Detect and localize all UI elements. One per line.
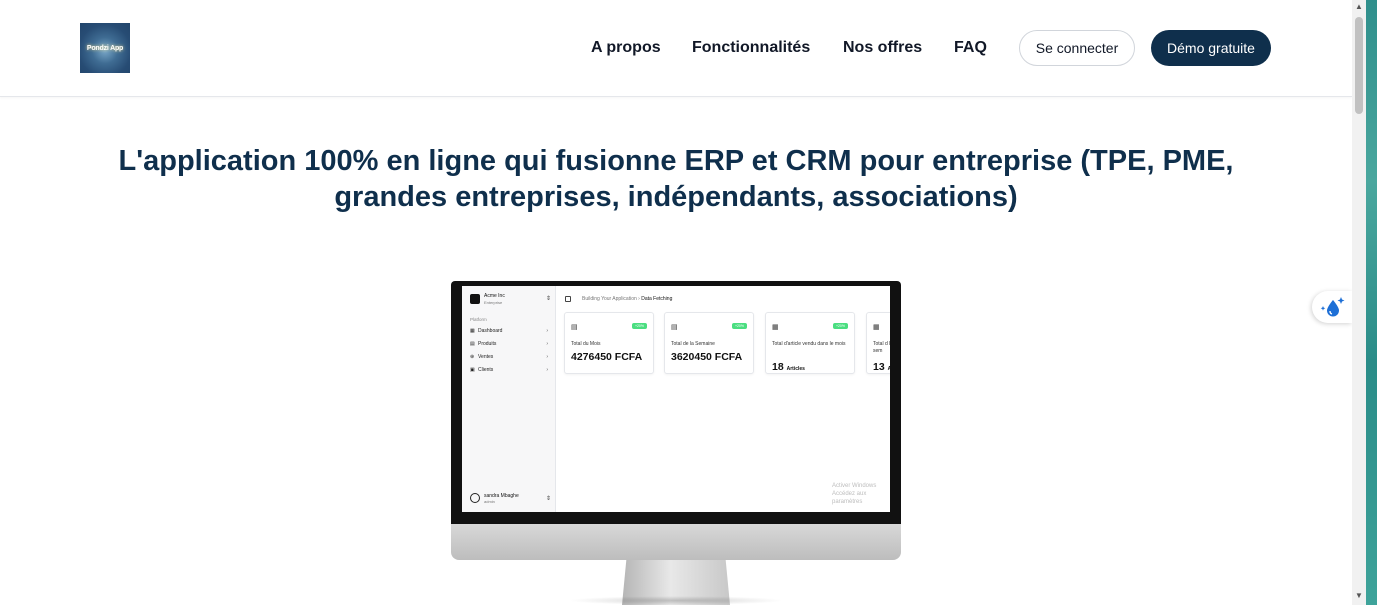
user-avatar-icon (470, 493, 480, 503)
stand-shadow (568, 596, 784, 605)
nav-link-faq[interactable]: FAQ (954, 39, 987, 57)
sidebar-section-label: Platform (470, 317, 487, 322)
sidebar-item-label: Dashboard (478, 328, 503, 334)
nav-faq[interactable]: FAQ (954, 0, 987, 96)
sidebar-item-ventes: ⊕ Ventes › (470, 354, 550, 362)
grid-icon: ▦ (873, 324, 880, 331)
org-logo-icon (470, 294, 480, 304)
mockup-sidebar: Acme Inc Enterprise ⇕ Platform ▦ Dashboa… (462, 286, 556, 512)
floating-droplet-button[interactable] (1312, 291, 1352, 323)
breadcrumb-root: Building Your Application (582, 296, 637, 302)
breadcrumb-current: Data Fetching (641, 296, 673, 302)
trend-badge: +20% (631, 323, 647, 329)
monitor-chin (451, 524, 901, 560)
stat-value: 18 Articles (772, 361, 856, 376)
dashboard-icon: ▦ (470, 328, 475, 334)
watermark-line-1: Activer Windows (832, 483, 877, 489)
chevron-updown-icon: ⇕ (546, 296, 552, 302)
stat-number: 18 (772, 361, 784, 373)
logo[interactable]: Pondzi App (80, 23, 130, 73)
chevron-right-icon: › (546, 328, 548, 334)
stat-card: ▤ +20% Total du Mois 4276450 FCFA (564, 312, 654, 374)
sidebar-item-label: Ventes (478, 354, 494, 360)
page: Pondzi App A propos Fonctionnalités Nos … (0, 0, 1377, 605)
nav-fonctionnalites[interactable]: Fonctionnalités (692, 0, 810, 96)
grid-icon: ▦ (772, 324, 779, 331)
scroll-up-arrow-icon[interactable]: ▲ (1352, 2, 1366, 14)
document-icon: ▤ (571, 324, 578, 331)
droplet-sparkle-icon (1320, 297, 1345, 317)
sidebar-item-clients: ▣ Clients › (470, 367, 550, 375)
sidebar-toggle-icon (565, 296, 571, 302)
sidebar-item-label: Produits (478, 341, 497, 347)
sidebar-item-label: Clients (478, 367, 494, 373)
trend-badge: +20% (731, 323, 747, 329)
stat-card: ▦ +20% Total d'article vendu dans le moi… (765, 312, 855, 374)
nav-a-propos[interactable]: A propos (591, 0, 661, 96)
org-name: Acme Inc (484, 293, 505, 299)
breadcrumb: Building Your Application › Data Fetchin… (582, 296, 672, 302)
stat-label: Total du Mois (571, 341, 601, 347)
nav-link-nos-offres[interactable]: Nos offres (843, 39, 922, 57)
sidebar-item-produits: ▤ Produits › (470, 341, 550, 349)
nav-link-a-propos[interactable]: A propos (591, 39, 661, 57)
chevron-right-icon: › (546, 341, 548, 347)
stat-number: 13 (873, 361, 885, 373)
stat-label: Total de la Semaine (671, 341, 715, 347)
stat-card: ▦ Total d la sem 13 Ar (866, 312, 890, 374)
stat-unit: Articles (786, 366, 805, 372)
app-screenshot: Acme Inc Enterprise ⇕ Platform ▦ Dashboa… (462, 286, 890, 512)
scrollbar-thumb[interactable] (1355, 17, 1363, 114)
trend-badge: +20% (832, 323, 848, 329)
stat-label: Total d la sem (873, 341, 890, 354)
watermark-line-2: Accédez aux paramètres (832, 491, 867, 505)
document-icon: ▤ (671, 324, 678, 331)
org-sub: Enterprise (484, 300, 503, 305)
login-button[interactable]: Se connecter (1019, 30, 1135, 66)
chevron-right-icon: › (546, 367, 548, 373)
demo-button[interactable]: Démo gratuite (1151, 30, 1271, 66)
chevron-right-icon: › (546, 354, 548, 360)
chevron-updown-icon: ⇕ (546, 496, 552, 502)
stat-value: 13 Ar (873, 361, 890, 376)
globe-icon: ⊕ (470, 354, 475, 360)
windows-watermark: Activer Windows Accédez aux paramètres (832, 482, 890, 506)
users-icon: ▣ (470, 367, 475, 373)
box-icon: ▤ (470, 341, 475, 347)
desktop-background-strip (1366, 0, 1377, 605)
logo-text: Pondzi App (86, 44, 124, 52)
sidebar-item-dashboard: ▦ Dashboard › (470, 328, 550, 336)
nav-nos-offres[interactable]: Nos offres (843, 0, 922, 96)
stat-card: ▤ +20% Total de la Semaine 3620450 FCFA (664, 312, 754, 374)
hero-title: L'application 100% en ligne qui fusionne… (118, 145, 1234, 213)
scroll-down-arrow-icon[interactable]: ▼ (1352, 591, 1366, 603)
stat-unit: Ar (887, 366, 890, 372)
nav-link-fonctionnalites[interactable]: Fonctionnalités (692, 39, 810, 57)
site-header: Pondzi App A propos Fonctionnalités Nos … (0, 0, 1352, 97)
stat-label: Total d'article vendu dans le mois (772, 341, 846, 347)
stat-value: 3620450 FCFA (671, 351, 743, 363)
stat-value: 4276450 FCFA (571, 351, 643, 363)
user-role: admin (484, 499, 495, 504)
